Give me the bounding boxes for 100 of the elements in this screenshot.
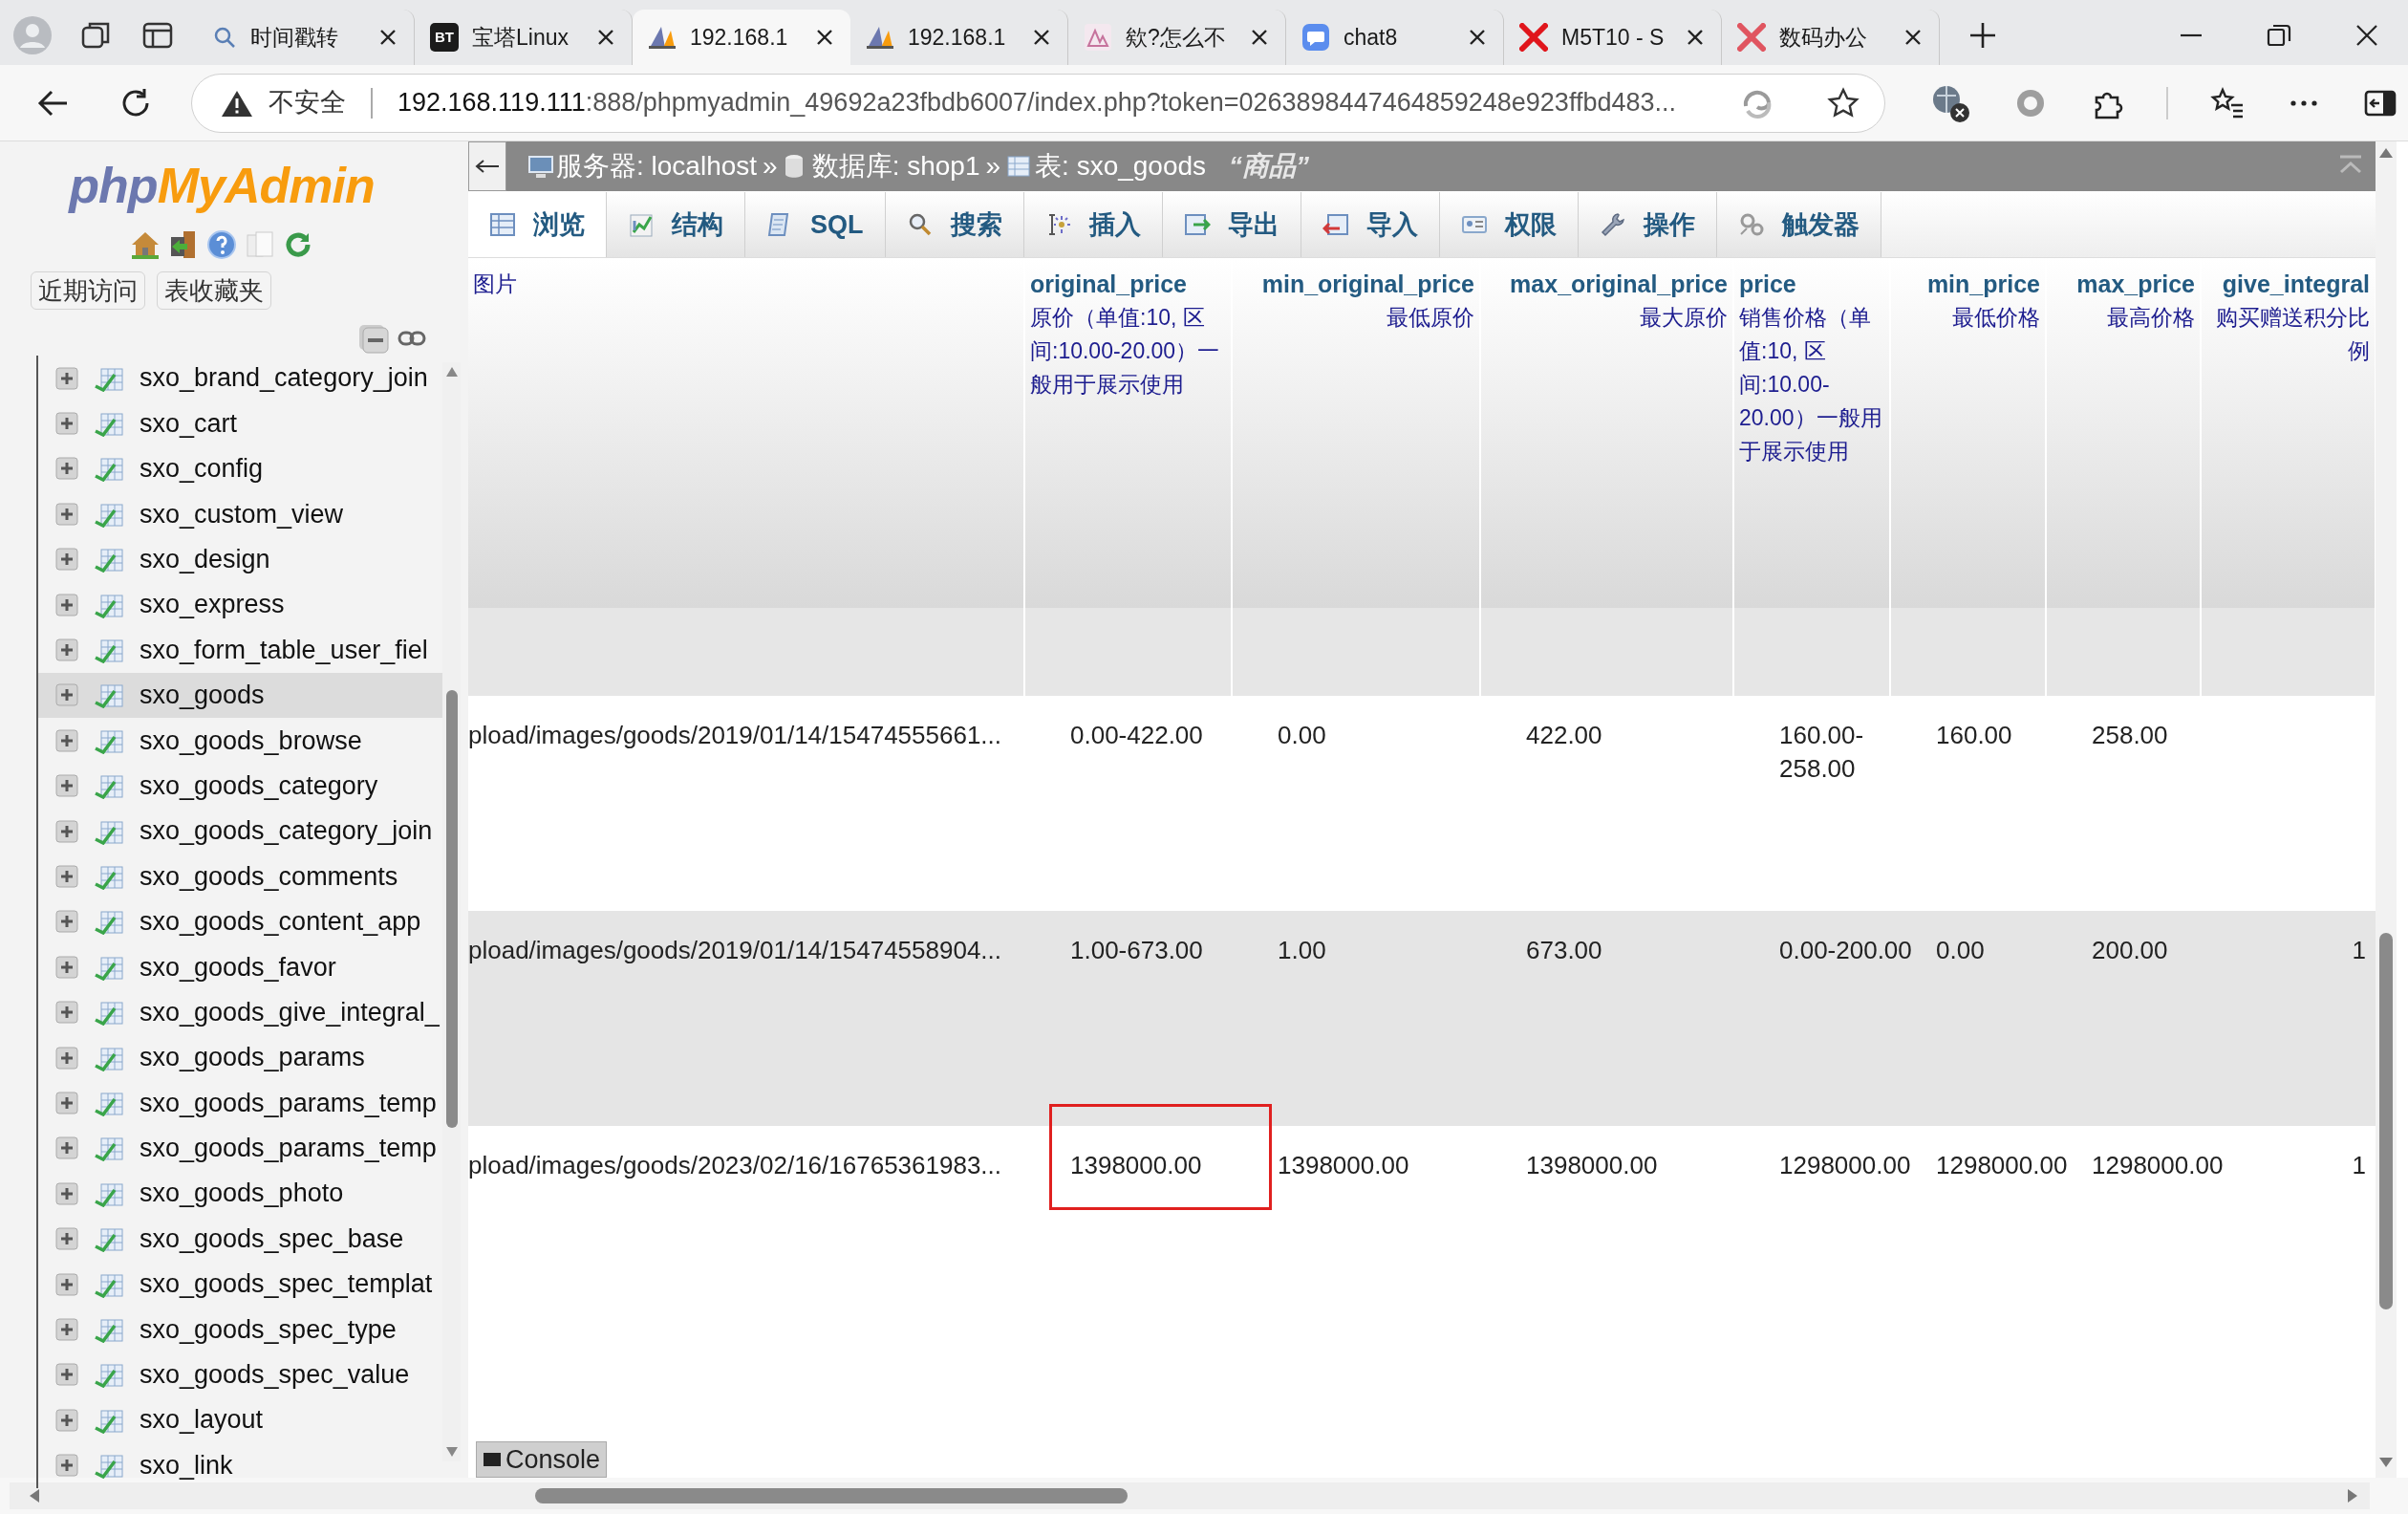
menu-tab[interactable]: 权限: [1439, 192, 1579, 257]
home-icon[interactable]: [130, 229, 161, 260]
import-icon: [1322, 211, 1349, 238]
table-tree-item[interactable]: sxo_goods_give_integral_: [38, 989, 445, 1035]
sail-logo-icon: [866, 25, 894, 50]
breadcrumb-link[interactable]: 表: sxo_goods: [1035, 146, 1207, 186]
column-name[interactable]: min_original_price: [1237, 268, 1474, 301]
expand-icon[interactable]: [55, 819, 78, 843]
column-name[interactable]: max_price: [2052, 268, 2195, 301]
column-name[interactable]: max_original_price: [1486, 268, 1728, 301]
favorites-icon[interactable]: [2210, 85, 2245, 120]
expand-icon[interactable]: [55, 1001, 78, 1025]
arrow-button[interactable]: [468, 141, 506, 191]
menu-tab[interactable]: 导入: [1301, 192, 1440, 257]
link-icon[interactable]: [398, 330, 426, 347]
table-cell-text: 160.00-258.00: [1779, 720, 1865, 785]
table-tree-item[interactable]: sxo_express: [38, 581, 445, 628]
table-tree-item[interactable]: sxo_goods_category: [38, 763, 445, 809]
breadcrumb-link[interactable]: 服务器: localhost: [556, 146, 758, 186]
column-name[interactable]: original_price: [1030, 268, 1226, 301]
table-tree-item[interactable]: sxo_goods_content_app: [38, 898, 445, 945]
collapse-all-icon[interactable]: [357, 323, 390, 354]
table-icon: [94, 863, 124, 890]
table-tree-item[interactable]: sxo_goods_browse: [38, 718, 445, 764]
expand-icon[interactable]: [55, 774, 78, 798]
expand-icon[interactable]: [55, 728, 78, 752]
menu-tab[interactable]: 结构: [607, 192, 745, 257]
table-icon: [94, 546, 124, 573]
column-comment: 最低价格: [1951, 304, 2040, 332]
table-tree-item[interactable]: sxo_goods_spec_templat: [38, 1261, 445, 1308]
column-name[interactable]: give_integral: [2206, 268, 2370, 301]
expand-icon[interactable]: [55, 1317, 78, 1341]
table-tree-item[interactable]: sxo_goods_category_join: [38, 808, 445, 854]
expand-icon[interactable]: [55, 955, 78, 979]
scrollbar-thumb[interactable]: [445, 690, 458, 1128]
expand-icon[interactable]: [55, 1408, 78, 1432]
table-tree-item[interactable]: sxo_custom_view: [38, 491, 445, 537]
console-button[interactable]: Console: [476, 1441, 608, 1478]
table-cell: 1398000.00: [1526, 1151, 1658, 1179]
menu-tab[interactable]: 搜索: [885, 192, 1024, 257]
expand-icon[interactable]: [55, 1272, 78, 1296]
expand-icon[interactable]: [55, 1454, 78, 1478]
menu-tab[interactable]: 插入: [1023, 192, 1163, 257]
expand-icon[interactable]: [55, 412, 78, 436]
x-logo-icon: [1519, 23, 1548, 52]
table-icon: [94, 410, 124, 438]
column-name[interactable]: min_price: [1896, 268, 2040, 301]
table-cell-text: 0.00-200.00: [1779, 935, 1913, 966]
favorite-star-icon[interactable]: [1827, 86, 1860, 119]
address-bar[interactable]: 不安全 192.168.119.111:888/phpmyadmin_49692a23fbdb6007/index.php?token=0263898447464859248e923ffbd483...: [191, 73, 1885, 133]
column-name[interactable]: price: [1739, 268, 1884, 301]
expand-icon[interactable]: [55, 1136, 78, 1160]
scrollbar-thumb[interactable]: [535, 1488, 1128, 1503]
table-tree-item[interactable]: sxo_brand_category_join: [38, 356, 445, 401]
table-tree-item[interactable]: sxo_goods: [38, 672, 445, 719]
table-tree-item[interactable]: sxo_config: [38, 445, 445, 492]
sketch-icon: [1084, 23, 1112, 52]
sidebar-tab-button[interactable]: 近期访问: [31, 271, 145, 310]
new-tab-icon[interactable]: [1968, 21, 1997, 50]
browser-tab[interactable]: 192.168.1: [633, 10, 850, 65]
breadcrumb-link[interactable]: 数据库: shop1: [811, 146, 980, 186]
table-cell: 0.00: [1936, 936, 1985, 964]
menu-tab[interactable]: 操作: [1578, 192, 1717, 257]
expand-icon[interactable]: [55, 1091, 78, 1114]
table-tree-item[interactable]: sxo_goods_params: [38, 1034, 445, 1081]
expand-icon[interactable]: [55, 865, 78, 888]
table-tree-item[interactable]: sxo_goods_comments: [38, 854, 445, 899]
expand-icon[interactable]: [55, 1363, 78, 1387]
expand-icon[interactable]: [55, 1227, 78, 1251]
expand-icon[interactable]: [55, 1181, 78, 1205]
table-tree-item[interactable]: sxo_goods_spec_value: [38, 1352, 445, 1397]
expand-icon[interactable]: [55, 683, 78, 707]
menu-tab[interactable]: 导出: [1162, 192, 1301, 257]
help-icon[interactable]: [206, 229, 237, 260]
menu-tab[interactable]: SQL: [745, 192, 886, 257]
url-text: 192.168.119.111:888/phpmyadmin_49692a23fbdb6007/index.php?token=0263898447464859248e923ffbd483...: [398, 87, 1677, 119]
table-tree-item[interactable]: sxo_cart: [38, 400, 445, 446]
expand-icon[interactable]: [55, 502, 78, 526]
expand-icon[interactable]: [55, 1046, 78, 1070]
table-tree-item[interactable]: sxo_goods_spec_type: [38, 1307, 445, 1352]
expand-icon[interactable]: [55, 638, 78, 662]
expand-icon[interactable]: [55, 366, 78, 390]
table-tree-item[interactable]: sxo_goods_spec_base: [38, 1216, 445, 1262]
menu-tab[interactable]: 触发器: [1716, 192, 1881, 257]
table-tree-item[interactable]: sxo_goods_params_temp: [38, 1125, 445, 1172]
expand-icon[interactable]: [55, 910, 78, 934]
menu-tab[interactable]: 浏览: [468, 192, 607, 257]
table-tree-item[interactable]: sxo_goods_favor: [38, 944, 445, 990]
table-tree-item[interactable]: sxo_goods_photo: [38, 1171, 445, 1217]
expand-icon[interactable]: [55, 548, 78, 572]
table-tree-item[interactable]: sxo_goods_params_temp: [38, 1080, 445, 1126]
table-tree-item[interactable]: sxo_form_table_user_fiel: [38, 627, 445, 673]
sidebar-tab-button[interactable]: 表收藏夹: [157, 271, 271, 310]
expand-icon[interactable]: [55, 457, 78, 481]
column-comment: 最高价格: [2106, 304, 2195, 332]
scrollbar-thumb[interactable]: [2379, 933, 2393, 1309]
expand-icon[interactable]: [55, 593, 78, 616]
table-tree-item[interactable]: sxo_design: [38, 536, 445, 582]
breadcrumb-separator: »: [985, 150, 1001, 183]
table-tree-item[interactable]: sxo_layout: [38, 1397, 445, 1443]
